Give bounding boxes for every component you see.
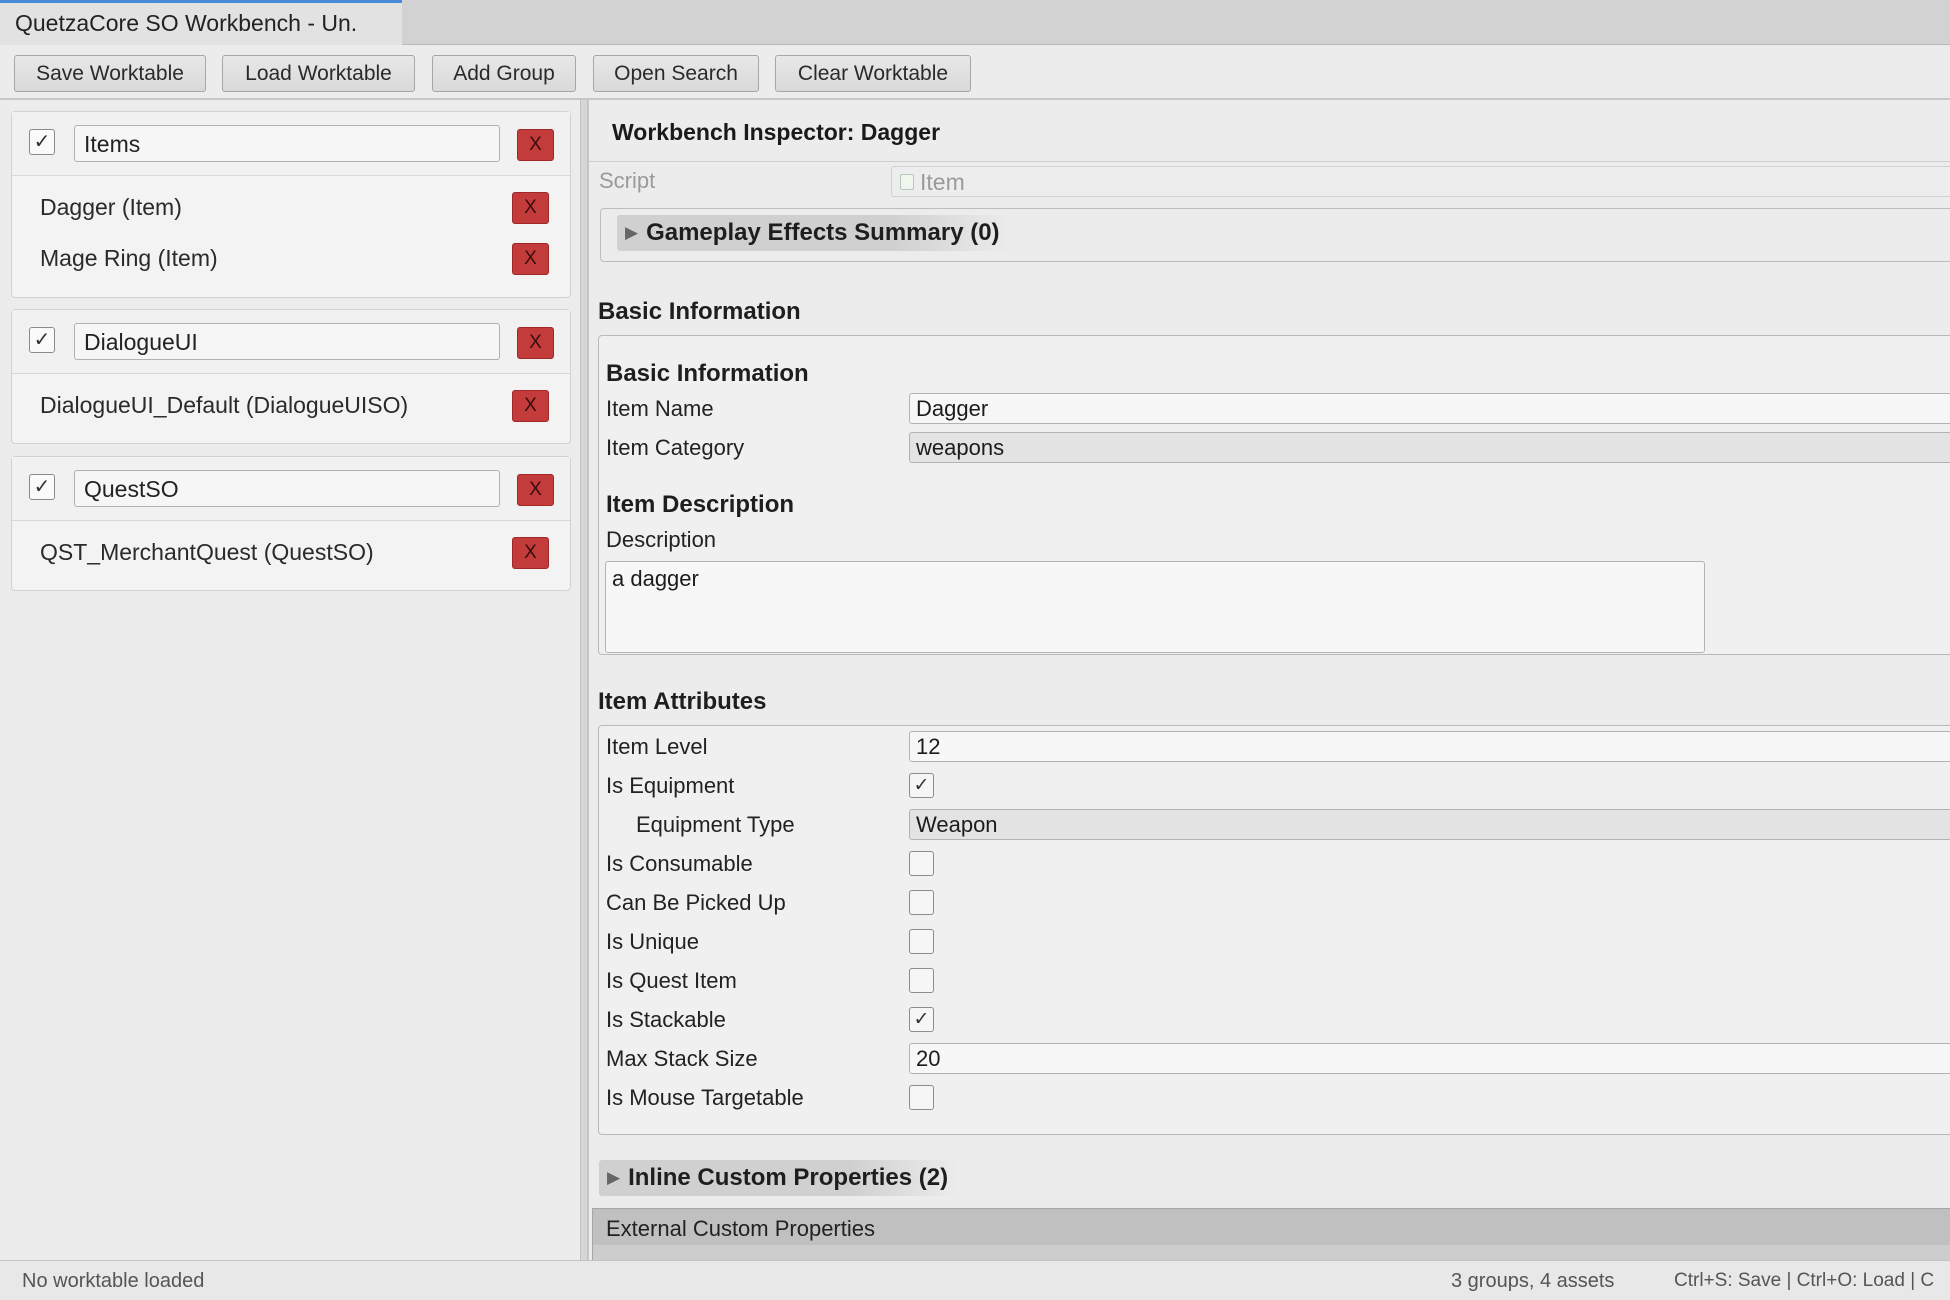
clear-worktable-button[interactable]: Clear Worktable — [775, 55, 971, 92]
item-level-field[interactable]: 12 — [909, 731, 1950, 762]
external-custom-properties-strip — [593, 1245, 1950, 1260]
max-stack-size-label: Max Stack Size — [606, 1046, 758, 1071]
is-equipment-label: Is Equipment — [606, 773, 735, 798]
equipment-type-dropdown[interactable]: Weapon — [909, 809, 1950, 840]
is-quest-item-checkbox[interactable] — [909, 968, 934, 993]
inline-custom-properties-label: Inline Custom Properties (2) — [628, 1164, 949, 1191]
gameplay-effects-label: Gameplay Effects Summary (0) — [646, 219, 1000, 246]
keyboard-shortcuts: Ctrl+S: Save | Ctrl+O: Load | C — [1674, 1270, 1935, 1291]
group-header: ✓ DialogueUI X — [12, 310, 570, 374]
item-description-header: Item Description — [606, 491, 795, 518]
equipment-type-label: Equipment Type — [636, 812, 795, 837]
description-label: Description — [606, 527, 717, 552]
group-dialogueui: ✓ DialogueUI X DialogueUI_Default (Dialo… — [11, 309, 571, 444]
status-text: No worktable loaded — [22, 1270, 205, 1292]
group-name-field[interactable]: Items — [74, 125, 500, 162]
save-worktable-button[interactable]: Save Worktable — [14, 55, 206, 92]
item-attributes-section-title: Item Attributes — [598, 688, 767, 715]
group-enabled-checkbox[interactable]: ✓ — [29, 474, 55, 500]
is-unique-label: Is Unique — [606, 929, 699, 954]
title-bar: QuetzaCore SO Workbench - Un. — [0, 0, 1950, 45]
remove-asset-button[interactable]: X — [512, 243, 549, 275]
group-enabled-checkbox[interactable]: ✓ — [29, 327, 55, 353]
item-category-dropdown[interactable]: weapons — [909, 432, 1950, 463]
remove-asset-button[interactable]: X — [512, 537, 549, 569]
external-custom-properties-header[interactable]: External Custom Properties — [592, 1208, 1950, 1260]
script-file-icon — [900, 174, 914, 190]
inline-custom-properties-header[interactable]: ▶ Inline Custom Properties (2) — [599, 1160, 959, 1196]
gameplay-effects-foldout: ▶ Gameplay Effects Summary (0) — [600, 208, 1950, 262]
add-group-button[interactable]: Add Group — [432, 55, 576, 92]
script-row: Script Item — [589, 162, 1950, 202]
is-mouse-targetable-checkbox[interactable] — [909, 1085, 934, 1110]
external-custom-properties-label: External Custom Properties — [606, 1216, 875, 1241]
is-mouse-targetable-label: Is Mouse Targetable — [606, 1085, 804, 1110]
is-stackable-label: Is Stackable — [606, 1007, 726, 1032]
is-consumable-label: Is Consumable — [606, 851, 753, 876]
basic-information-section-title: Basic Information — [598, 298, 801, 325]
asset-item[interactable]: Mage Ring (Item) — [40, 245, 218, 272]
remove-group-button[interactable]: X — [517, 474, 554, 506]
group-list-panel: ✓ Items X Dagger (Item) X Mage Ring (Ite… — [0, 100, 580, 1260]
remove-group-button[interactable]: X — [517, 129, 554, 161]
window-tab[interactable]: QuetzaCore SO Workbench - Un. — [0, 0, 402, 45]
item-name-field[interactable]: Dagger — [909, 393, 1950, 424]
remove-asset-button[interactable]: X — [512, 192, 549, 224]
group-name-field[interactable]: DialogueUI — [74, 323, 500, 360]
description-textarea[interactable]: a dagger — [605, 561, 1705, 653]
can-be-picked-up-label: Can Be Picked Up — [606, 890, 786, 915]
asset-count: 3 groups, 4 assets — [1451, 1270, 1615, 1292]
max-stack-size-field[interactable]: 20 — [909, 1043, 1950, 1074]
script-label: Script — [599, 168, 656, 193]
open-search-button[interactable]: Open Search — [593, 55, 759, 92]
panel-splitter[interactable] — [580, 100, 588, 1260]
status-bar: No worktable loaded 3 groups, 4 assets C… — [0, 1260, 1950, 1300]
group-questso: ✓ QuestSO X QST_MerchantQuest (QuestSO) … — [11, 456, 571, 591]
group-header: ✓ Items X — [12, 112, 570, 176]
foldout-triangle-icon: ▶ — [625, 223, 639, 242]
script-field: Item — [891, 166, 1950, 197]
workbench-window: QuetzaCore SO Workbench - Un. Save Workt… — [0, 0, 1950, 1300]
workbench-inspector: Workbench Inspector: Dagger Script Item … — [589, 100, 1950, 1260]
inspector-title: Workbench Inspector: Dagger — [589, 100, 1950, 162]
toolbar: Save Worktable Load Worktable Add Group … — [0, 45, 1950, 99]
basic-information-box: Basic Information Item Name Dagger Item … — [598, 335, 1950, 655]
item-name-label: Item Name — [606, 396, 714, 421]
asset-item[interactable]: Dagger (Item) — [40, 194, 182, 221]
is-stackable-checkbox[interactable]: ✓ — [909, 1007, 934, 1032]
basic-information-header: Basic Information — [606, 360, 809, 387]
can-be-picked-up-checkbox[interactable] — [909, 890, 934, 915]
gameplay-effects-header[interactable]: ▶ Gameplay Effects Summary (0) — [617, 215, 1010, 251]
load-worktable-button[interactable]: Load Worktable — [222, 55, 415, 92]
foldout-triangle-icon: ▶ — [607, 1168, 621, 1187]
group-items: ✓ Items X Dagger (Item) X Mage Ring (Ite… — [11, 111, 571, 298]
group-header: ✓ QuestSO X — [12, 457, 570, 521]
item-attributes-box: Item Level 12 Is Equipment ✓ Equipment T… — [598, 725, 1950, 1135]
remove-asset-button[interactable]: X — [512, 390, 549, 422]
item-category-label: Item Category — [606, 435, 745, 460]
is-unique-checkbox[interactable] — [909, 929, 934, 954]
group-name-field[interactable]: QuestSO — [74, 470, 500, 507]
asset-item[interactable]: QST_MerchantQuest (QuestSO) — [40, 539, 374, 566]
is-consumable-checkbox[interactable] — [909, 851, 934, 876]
is-equipment-checkbox[interactable]: ✓ — [909, 773, 934, 798]
script-value: Item — [920, 169, 965, 195]
asset-item[interactable]: DialogueUI_Default (DialogueUISO) — [40, 392, 408, 419]
item-level-label: Item Level — [606, 734, 708, 759]
group-enabled-checkbox[interactable]: ✓ — [29, 129, 55, 155]
is-quest-item-label: Is Quest Item — [606, 968, 737, 993]
remove-group-button[interactable]: X — [517, 327, 554, 359]
